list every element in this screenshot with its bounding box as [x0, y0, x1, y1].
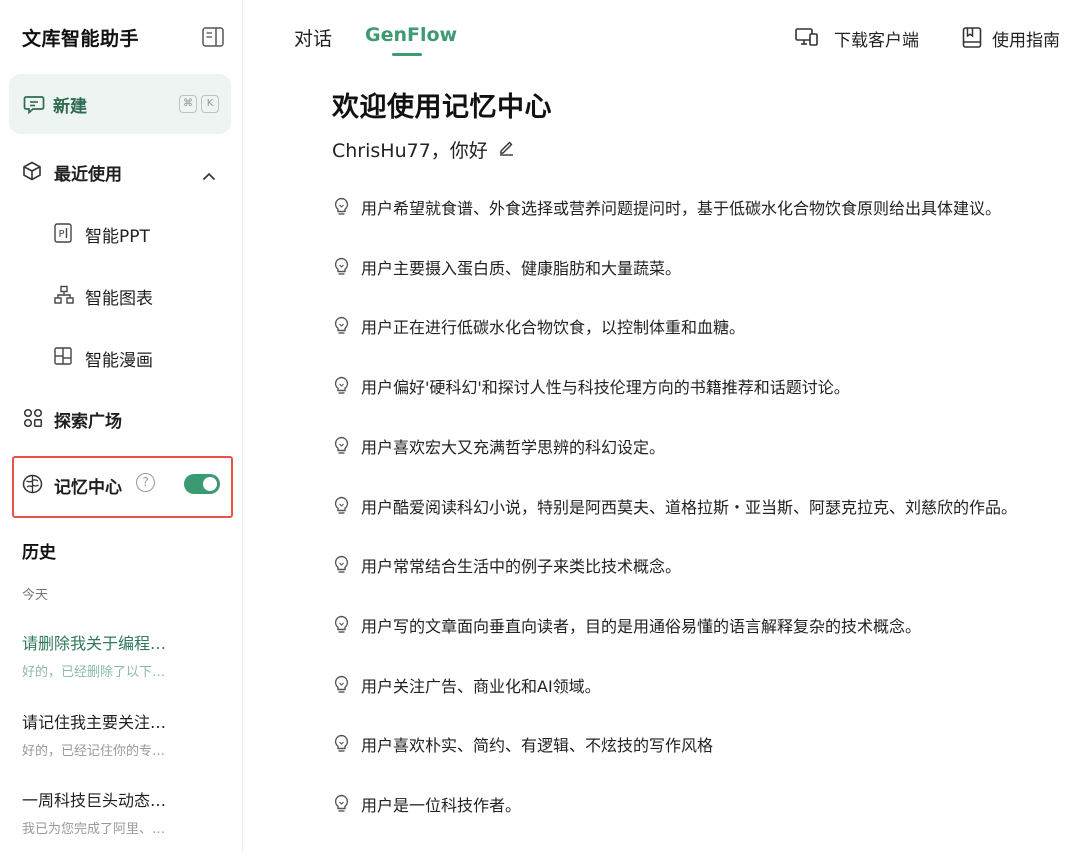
lightbulb-icon	[333, 615, 350, 639]
recent-item-label: 智能图表	[85, 289, 153, 309]
ppt-icon: P	[54, 223, 72, 247]
lightbulb-icon	[333, 794, 350, 818]
memory-text: 用户主要摄入蛋白质、健康脂肪和大量蔬菜。	[361, 258, 682, 278]
recent-label: 最近使用	[54, 165, 122, 185]
download-client-link[interactable]: 下载客户端	[834, 26, 919, 51]
history-item-title: 请删除我关于编程…	[22, 634, 167, 653]
history-item-title: 一周科技巨头动态…	[22, 791, 167, 810]
memory-item: 用户希望就食谱、外食选择或营养问题提问时，基于低碳水化合物饮食原则给出具体建议。	[333, 195, 1080, 219]
memory-item: 用户关注广告、商业化和AI领域。	[333, 673, 1080, 697]
memory-text: 用户关注广告、商业化和AI领域。	[361, 676, 601, 696]
chart-icon	[54, 285, 74, 309]
new-chat-label: 新建	[53, 97, 87, 117]
recent-item-label: 智能漫画	[85, 351, 153, 371]
history-item-snippet: 好的，已经记住你的专…	[22, 744, 166, 759]
lightbulb-icon	[333, 734, 350, 758]
memory-item: 用户正在进行低碳水化合物饮食，以控制体重和血糖。	[333, 314, 1080, 338]
memory-text: 用户酷爱阅读科幻小说，特别是阿西莫夫、道格拉斯・亚当斯、阿瑟克拉克、刘慈欣的作品…	[361, 497, 1018, 517]
history-item-title: 请记住我主要关注…	[22, 713, 167, 732]
page-title: 欢迎使用记忆中心	[332, 92, 552, 123]
history-title: 历史	[22, 543, 56, 563]
lightbulb-icon	[333, 316, 350, 340]
cube-icon	[22, 161, 42, 185]
recent-item-ppt[interactable]: P 智能PPT	[0, 212, 243, 252]
grid-icon	[23, 408, 43, 432]
comic-icon	[54, 347, 72, 369]
recent-item-label: 智能PPT	[85, 227, 150, 247]
explore-button[interactable]: 探索广场	[0, 397, 243, 437]
sidebar: 文库智能助手 新建 ⌘ K 最近使用 P 智能PPT 智能图表 智能漫画 探索广…	[0, 0, 243, 853]
recent-item-chart[interactable]: 智能图表	[0, 274, 243, 314]
memory-text: 用户是一位科技作者。	[361, 796, 522, 815]
user-guide-link[interactable]: 使用指南	[992, 26, 1060, 51]
history-item[interactable]: 请记住我主要关注… 好的，已经记住你的专…	[22, 709, 227, 759]
memory-item: 用户偏好'硬科幻'和探讨人性与科技伦理方向的书籍推荐和话题讨论。	[333, 374, 1080, 398]
tab-genflow[interactable]: GenFlow	[365, 24, 457, 46]
memory-text: 用户正在进行低碳水化合物饮食，以控制体重和血糖。	[361, 318, 746, 338]
book-icon	[962, 27, 982, 52]
memory-item: 用户酷爱阅读科幻小说，特别是阿西莫夫、道格拉斯・亚当斯、阿瑟克拉克、刘慈欣的作品…	[333, 494, 1080, 518]
app-title: 文库智能助手	[22, 28, 140, 50]
history-item-snippet: 好的，已经删除了以下…	[22, 665, 166, 680]
shortcut-k-key: K	[201, 95, 219, 113]
new-chat-icon	[23, 94, 45, 118]
history-item-snippet: 我已为您完成了阿里、…	[22, 822, 166, 837]
shortcut-cmd-key: ⌘	[179, 95, 197, 113]
lightbulb-icon	[333, 675, 350, 699]
memory-item: 用户写的文章面向垂直向读者，目的是用通俗易懂的语言解释复杂的技术概念。	[333, 613, 1080, 637]
brain-icon	[22, 474, 43, 498]
lightbulb-icon	[333, 376, 350, 400]
lightbulb-icon	[333, 496, 350, 520]
history-group-label: 今天	[22, 588, 49, 603]
memory-item: 用户喜欢宏大又充满哲学思辨的科幻设定。	[333, 434, 1080, 458]
help-icon[interactable]: ?	[136, 473, 155, 492]
tab-chat[interactable]: 对话	[294, 24, 332, 51]
memory-item: 用户喜欢朴实、简约、有逻辑、不炫技的写作风格	[333, 732, 1080, 756]
memory-item: 用户主要摄入蛋白质、健康脂肪和大量蔬菜。	[333, 255, 1080, 279]
recent-item-comic[interactable]: 智能漫画	[0, 336, 243, 376]
chevron-up-icon[interactable]	[202, 166, 216, 185]
lightbulb-icon	[333, 197, 350, 221]
memory-text: 用户希望就食谱、外食选择或营养问题提问时，基于低碳水化合物饮食原则给出具体建议。	[361, 199, 1002, 218]
memory-text: 用户写的文章面向垂直向读者，目的是用通俗易懂的语言解释复杂的技术概念。	[361, 616, 922, 636]
memory-label: 记忆中心	[54, 478, 122, 498]
explore-label: 探索广场	[54, 412, 122, 432]
memory-toggle[interactable]	[184, 474, 220, 494]
lightbulb-icon	[333, 436, 350, 460]
toggle-knob	[203, 477, 217, 491]
lightbulb-icon	[333, 555, 350, 579]
lightbulb-icon	[333, 257, 350, 281]
svg-text:P: P	[59, 229, 65, 240]
edit-icon[interactable]	[498, 139, 515, 160]
memory-item: 用户是一位科技作者。	[333, 792, 1080, 816]
memory-item: 用户常常结合生活中的例子来类比技术概念。	[333, 553, 1080, 577]
desktop-icon	[795, 27, 819, 51]
sidebar-toggle-icon[interactable]	[202, 27, 224, 47]
user-greeting: ChrisHu77，你好	[332, 140, 488, 162]
memory-text: 用户偏好'硬科幻'和探讨人性与科技伦理方向的书籍推荐和话题讨论。	[361, 378, 850, 398]
active-tab-indicator	[392, 53, 422, 56]
memory-text: 用户喜欢朴实、简约、有逻辑、不炫技的写作风格	[361, 736, 714, 756]
memory-text: 用户常常结合生活中的例子来类比技术概念。	[361, 557, 682, 577]
memory-text: 用户喜欢宏大又充满哲学思辨的科幻设定。	[361, 437, 666, 457]
recent-section-header[interactable]: 最近使用	[0, 150, 243, 190]
new-chat-button[interactable]: 新建 ⌘ K	[9, 74, 231, 134]
history-item[interactable]: 一周科技巨头动态… 我已为您完成了阿里、…	[22, 787, 227, 837]
history-item[interactable]: 请删除我关于编程… 好的，已经删除了以下…	[22, 630, 227, 680]
